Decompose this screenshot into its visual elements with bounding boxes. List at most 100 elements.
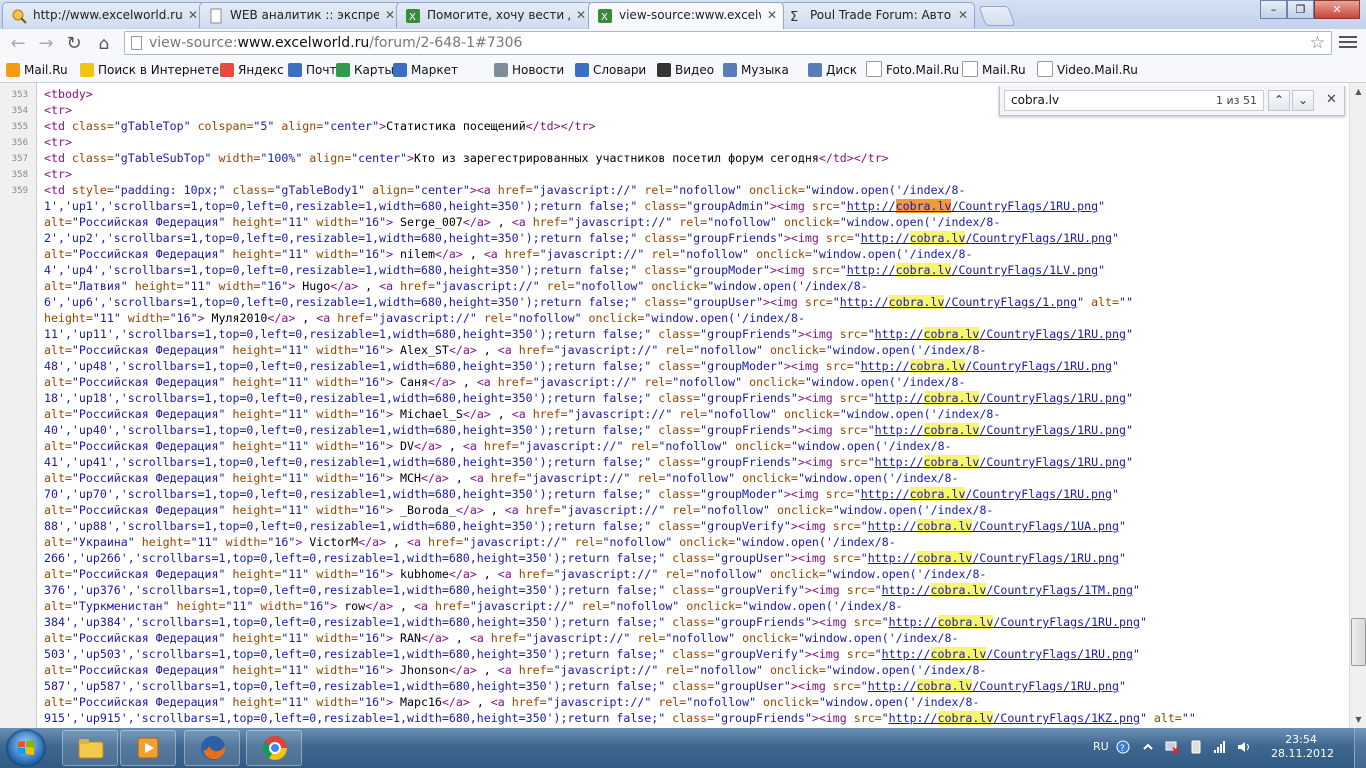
search-highlight: cobra.lv: [888, 295, 945, 309]
back-icon[interactable]: ←: [6, 32, 30, 56]
bookmark-item[interactable]: Словари: [575, 61, 646, 79]
windows-logo-icon: [18, 740, 34, 755]
firefox-icon: [201, 736, 226, 760]
scroll-up-icon[interactable]: ▲: [1350, 83, 1366, 100]
home-icon[interactable]: ⌂: [92, 32, 116, 56]
flag-link[interactable]: http://cobra.lv/CountryFlags/1RU.png: [875, 455, 1126, 469]
flag-link[interactable]: http://cobra.lv/CountryFlags/1LV.png: [847, 263, 1098, 277]
taskbar-chrome[interactable]: [246, 730, 302, 766]
minimize-button[interactable]: –: [1260, 0, 1287, 19]
bookmark-star-icon[interactable]: ☆: [1310, 32, 1325, 54]
bookmark-item[interactable]: Диск: [808, 61, 857, 79]
search-highlight: cobra.lv: [909, 359, 966, 373]
source-line: alt="Российская Федерация" height="11" w…: [44, 375, 966, 389]
tab-excelworld[interactable]: http://www.excelworld.ru ✕: [2, 2, 205, 28]
chrome-menu-icon[interactable]: [1336, 33, 1360, 53]
source-line: 48','up48','scrollbars=1,top=0,left=0,re…: [44, 359, 1119, 373]
close-icon[interactable]: ✕: [767, 8, 777, 22]
source-line: 6','up6','scrollbars=1,top=0,left=0,resi…: [44, 295, 1133, 309]
line-number: 358: [11, 170, 28, 180]
bookmark-item[interactable]: Mail.Ru: [6, 61, 68, 79]
vertical-scrollbar[interactable]: ▲ ▼: [1349, 83, 1366, 728]
media-player-icon: [137, 737, 159, 759]
clock-date: 28.11.2012: [1271, 747, 1334, 760]
close-icon[interactable]: ✕: [385, 8, 395, 22]
bookmark-item[interactable]: Яндекс: [220, 61, 284, 79]
forward-icon[interactable]: →: [34, 32, 58, 56]
source-line: 503','up503','scrollbars=1,top=0,left=0,…: [44, 647, 1140, 661]
bookmark-item[interactable]: Видео: [657, 61, 714, 79]
tab-web-analytic[interactable]: WEB аналитик :: экспрес ✕: [199, 2, 402, 28]
source-line: alt="Российская Федерация" height="11" w…: [44, 247, 973, 261]
address-bar[interactable]: view-source:www.excelworld.ru/forum/2-64…: [124, 31, 1332, 55]
taskbar-explorer[interactable]: [62, 730, 118, 766]
flag-link[interactable]: http://cobra.lv/CountryFlags/1RU.png: [868, 679, 1119, 693]
search-globe-icon: [12, 9, 27, 24]
bookmark-icon: [962, 61, 978, 77]
close-icon[interactable]: ✕: [188, 8, 198, 22]
bookmark-item[interactable]: Маркет: [393, 61, 458, 79]
page-icon: [210, 8, 222, 24]
taskbar-firefox[interactable]: [184, 730, 240, 766]
find-previous-button[interactable]: ⌃: [1268, 90, 1290, 111]
new-tab-button[interactable]: [978, 6, 1016, 26]
find-input[interactable]: cobra.lv 1 из 51: [1004, 90, 1264, 111]
close-window-button[interactable]: ✕: [1314, 0, 1360, 19]
close-icon[interactable]: ✕: [958, 8, 968, 22]
show-hidden-icons-icon[interactable]: [1141, 740, 1155, 754]
help-icon[interactable]: ?: [1116, 740, 1130, 754]
bookmark-icon: [220, 63, 234, 77]
flag-link[interactable]: http://cobra.lv/CountryFlags/1KZ.png: [889, 711, 1140, 725]
source-line: <tbody>: [44, 87, 93, 101]
find-next-button[interactable]: ⌄: [1292, 90, 1314, 111]
flag-link[interactable]: http://cobra.lv/CountryFlags/1RU.png: [875, 391, 1126, 405]
flag-link[interactable]: http://cobra.lv/CountryFlags/1RU.png: [847, 199, 1098, 213]
source-line: alt="Российская Федерация" height="11" w…: [44, 471, 959, 485]
network-error-icon[interactable]: [1165, 740, 1179, 754]
source-line: 384','up384','scrollbars=1,top=0,left=0,…: [44, 615, 1147, 629]
bookmark-item[interactable]: Музыка: [723, 61, 789, 79]
bookmark-item[interactable]: Mail.Ru: [962, 61, 1026, 79]
clock[interactable]: 23:54 28.11.2012: [1271, 733, 1334, 761]
show-desktop-button[interactable]: [1354, 728, 1366, 768]
close-icon[interactable]: ✕: [576, 8, 586, 22]
maximize-button[interactable]: ❐: [1287, 0, 1314, 19]
flag-link[interactable]: http://cobra.lv/CountryFlags/1RU.png: [868, 551, 1119, 565]
scroll-thumb[interactable]: [1351, 618, 1366, 666]
tab-title: Помогите, хочу вести до: [427, 8, 570, 22]
device-icon[interactable]: [1189, 740, 1203, 754]
flag-link[interactable]: http://cobra.lv/CountryFlags/1RU.png: [861, 487, 1112, 501]
tab-help-excel[interactable]: X Помогите, хочу вести до ✕: [396, 2, 593, 28]
svg-text:X: X: [409, 12, 416, 23]
search-highlight: cobra.lv: [923, 327, 980, 341]
flag-link[interactable]: http://cobra.lv/CountryFlags/1RU.png: [875, 423, 1126, 437]
flag-link[interactable]: http://cobra.lv/CountryFlags/1UA.png: [868, 519, 1119, 533]
tab-view-source[interactable]: X view-source:www.excelwo ✕: [588, 2, 784, 29]
flag-link[interactable]: http://cobra.lv/CountryFlags/1RU.png: [861, 359, 1112, 373]
start-button[interactable]: [6, 729, 46, 767]
taskbar-media-player[interactable]: [120, 730, 176, 766]
find-close-icon[interactable]: ✕: [1326, 92, 1337, 107]
flag-link[interactable]: http://cobra.lv/CountryFlags/1TM.png: [882, 583, 1133, 597]
search-highlight: cobra.lv: [916, 551, 973, 565]
flag-link[interactable]: http://cobra.lv/CountryFlags/1.png: [840, 295, 1077, 309]
source-line: 70','up70','scrollbars=1,top=0,left=0,re…: [44, 487, 1119, 501]
bookmark-item[interactable]: Карты: [336, 61, 394, 79]
svg-text:?: ?: [1120, 744, 1125, 754]
volume-icon[interactable]: [1237, 740, 1251, 754]
bookmark-item[interactable]: Новости: [494, 61, 564, 79]
signal-strength-icon[interactable]: [1213, 740, 1227, 754]
flag-link[interactable]: http://cobra.lv/CountryFlags/1RU.png: [889, 615, 1140, 629]
language-indicator[interactable]: RU: [1093, 740, 1109, 753]
bookmark-item[interactable]: Video.Mail.Ru: [1037, 61, 1138, 79]
flag-link[interactable]: http://cobra.lv/CountryFlags/1RU.png: [882, 647, 1133, 661]
bookmark-item[interactable]: Поиск в Интернете: [80, 61, 219, 79]
scroll-down-icon[interactable]: ▼: [1350, 711, 1366, 728]
bookmark-item[interactable]: Foto.Mail.Ru: [866, 61, 959, 79]
search-highlight: cobra.lv: [930, 647, 987, 661]
source-view[interactable]: 353 354 355 356 357 358 359 <tbody> <tr> <td cla…: [0, 83, 1349, 728]
flag-link[interactable]: http://cobra.lv/CountryFlags/1RU.png: [861, 231, 1112, 245]
tab-poul-trade[interactable]: Σ Poul Trade Forum: Автом ✕: [779, 2, 975, 28]
flag-link[interactable]: http://cobra.lv/CountryFlags/1RU.png: [875, 327, 1126, 341]
reload-icon[interactable]: ↻: [62, 32, 86, 56]
